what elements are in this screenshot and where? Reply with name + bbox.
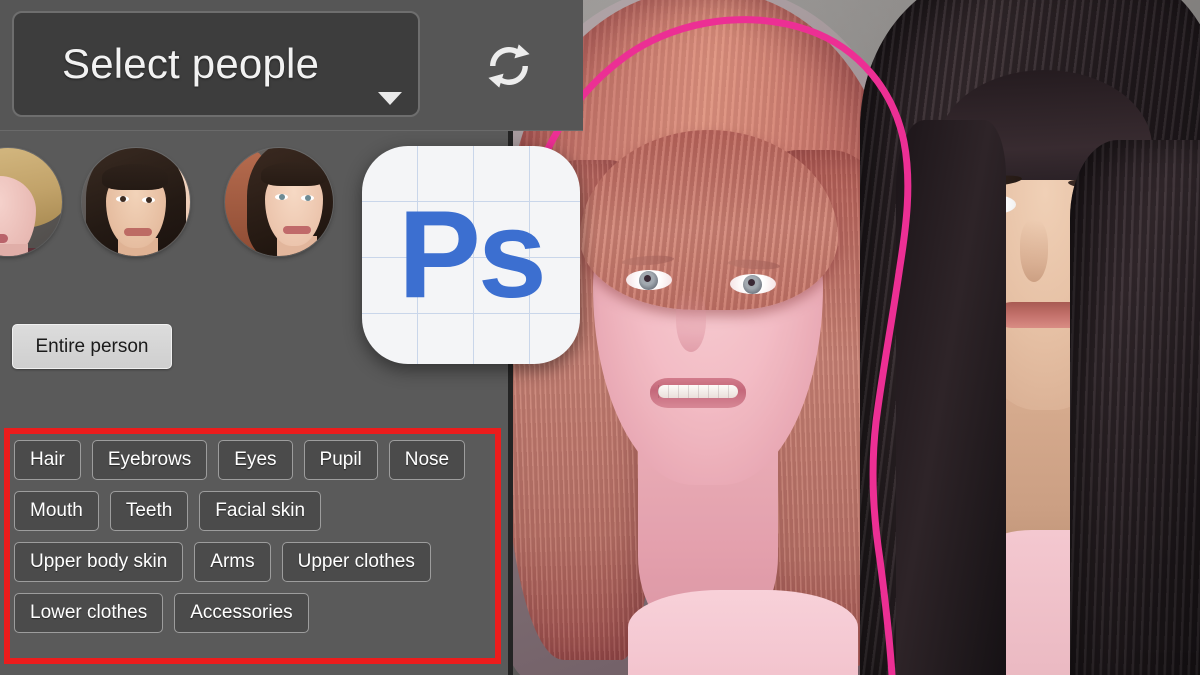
- refresh-icon: [488, 44, 530, 88]
- body-part-tag[interactable]: Teeth: [109, 491, 189, 531]
- photoshop-logo-text: Ps: [398, 186, 547, 324]
- left-woman-upper-clothes: [628, 590, 858, 675]
- body-part-tag[interactable]: Mouth: [14, 491, 99, 531]
- left-woman-mouth: [650, 378, 746, 408]
- entire-person-button[interactable]: Entire person: [12, 324, 172, 369]
- tag-label: Accessories: [190, 602, 293, 623]
- person-thumbnail-2[interactable]: [82, 148, 190, 256]
- tag-label: Upper clothes: [297, 551, 415, 572]
- body-part-tag[interactable]: Accessories: [174, 593, 309, 633]
- entire-person-label: Entire person: [35, 335, 149, 357]
- body-part-tag[interactable]: Hair: [14, 440, 81, 480]
- photoshop-select-subject-screen: Select people Entire person Hair Eyebrow…: [0, 0, 1200, 675]
- person-thumbnail-1[interactable]: [0, 148, 62, 256]
- refresh-button[interactable]: [468, 30, 550, 102]
- panel-toolbar: Select people: [0, 0, 583, 131]
- tag-label: Pupil: [319, 449, 362, 470]
- tag-label: Nose: [404, 449, 450, 470]
- body-part-tag[interactable]: Upper clothes: [281, 542, 431, 582]
- body-part-tag[interactable]: Eyes: [218, 440, 293, 480]
- photoshop-logo: Ps: [362, 146, 580, 364]
- tag-label: Lower clothes: [30, 602, 148, 623]
- select-people-dropdown-label: Select people: [62, 40, 320, 87]
- right-woman-nose: [1020, 220, 1048, 282]
- body-part-tag-list: Hair Eyebrows Eyes Pupil Nose Mouth Teet…: [14, 440, 492, 652]
- body-part-tag[interactable]: Pupil: [303, 440, 378, 480]
- body-part-tag[interactable]: Arms: [194, 542, 271, 582]
- tag-label: Eyes: [234, 449, 277, 470]
- tag-label: Upper body skin: [30, 551, 168, 572]
- body-part-tag[interactable]: Lower clothes: [14, 593, 164, 633]
- tag-label: Arms: [210, 551, 255, 572]
- person-thumbnail-3[interactable]: [225, 148, 333, 256]
- tag-label: Eyebrows: [107, 449, 192, 470]
- body-part-tag[interactable]: Nose: [388, 440, 466, 480]
- chevron-down-icon: [378, 92, 402, 105]
- tag-label: Mouth: [30, 500, 83, 521]
- select-people-dropdown[interactable]: Select people: [12, 11, 420, 117]
- tag-label: Hair: [30, 449, 65, 470]
- left-woman-nose: [676, 290, 706, 352]
- body-part-tag[interactable]: Upper body skin: [14, 542, 184, 582]
- body-part-tag[interactable]: Eyebrows: [91, 440, 208, 480]
- right-woman-hair-front-strand: [1070, 140, 1200, 675]
- left-woman-eye-left: [626, 270, 672, 290]
- left-woman-eye-right: [730, 274, 776, 294]
- tag-label: Teeth: [125, 500, 173, 521]
- image-canvas[interactable]: [508, 0, 1200, 675]
- subject-right-woman[interactable]: [860, 0, 1200, 675]
- left-woman-teeth: [658, 385, 738, 398]
- body-part-tag[interactable]: Facial skin: [199, 491, 322, 531]
- tag-label: Facial skin: [215, 500, 306, 521]
- right-woman-hair-left-strand: [896, 120, 1006, 675]
